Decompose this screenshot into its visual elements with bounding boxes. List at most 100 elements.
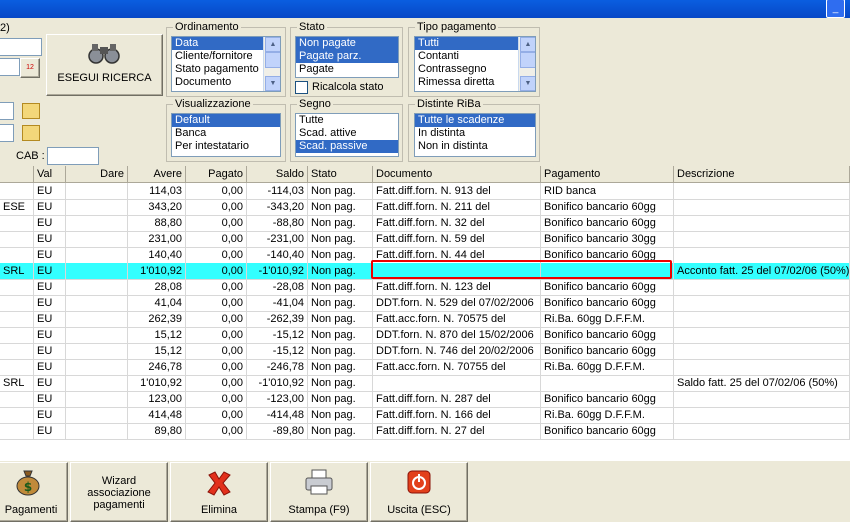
table-cell bbox=[674, 247, 850, 263]
list-item[interactable]: Pagate bbox=[296, 63, 398, 76]
scroll-up-icon[interactable]: ▲ bbox=[265, 37, 280, 52]
list-item[interactable]: Rimessa diretta bbox=[415, 76, 535, 89]
segno-list[interactable]: Tutte Scad. attive Scad. passive bbox=[295, 113, 399, 157]
cab-input[interactable] bbox=[47, 147, 99, 165]
field-a[interactable] bbox=[0, 102, 14, 120]
column-header[interactable]: Documento bbox=[373, 166, 541, 182]
list-item[interactable]: Tutte le scadenze bbox=[415, 114, 535, 127]
ordinamento-list[interactable]: Data Cliente/fornitore Stato pagamento D… bbox=[171, 36, 281, 92]
table-cell: 0,00 bbox=[186, 215, 247, 231]
elimina-button[interactable]: Elimina bbox=[170, 462, 268, 522]
table-row[interactable]: EU 246,78 0,00 -246,78 Non pag. Fatt.acc.forn… bbox=[0, 359, 850, 376]
table-cell bbox=[674, 279, 850, 295]
column-header[interactable]: Saldo bbox=[247, 166, 308, 182]
table-row[interactable]: EU 28,08 0,00 -28,08 Non pag. Fatt.diff.forn.… bbox=[0, 279, 850, 296]
column-header[interactable]: Stato bbox=[308, 166, 373, 182]
list-item[interactable]: Scad. attive bbox=[296, 127, 398, 140]
table-cell: EU bbox=[34, 183, 66, 199]
table-row[interactable]: EU 41,04 0,00 -41,04 Non pag. DDT.forn. N. 52… bbox=[0, 295, 850, 312]
table-row[interactable]: EU 262,39 0,00 -262,39 Non pag. Fatt.acc.forn… bbox=[0, 311, 850, 328]
pagamenti-button[interactable]: $ Pagamenti bbox=[0, 462, 68, 522]
date-field[interactable] bbox=[0, 58, 20, 76]
scroll-thumb[interactable] bbox=[520, 52, 535, 68]
table-row[interactable]: SRL EU 1'010,92 0,00 -1'010,92 Non pag. Saldo … bbox=[0, 375, 850, 392]
list-item[interactable]: Non pagate bbox=[296, 37, 398, 50]
table-cell: 0,00 bbox=[186, 311, 247, 327]
table-cell: -1'010,92 bbox=[247, 263, 308, 279]
column-header[interactable]: Val bbox=[34, 166, 66, 182]
table-cell: 262,39 bbox=[128, 311, 186, 327]
table-cell: DDT.forn. N. 529 del 07/02/2006 bbox=[373, 295, 541, 311]
table-row[interactable]: EU 15,12 0,00 -15,12 Non pag. DDT.forn. N. 74… bbox=[0, 343, 850, 360]
table-cell bbox=[66, 279, 128, 295]
table-cell bbox=[66, 295, 128, 311]
stato-list[interactable]: Non pagate Pagate parz. Pagate bbox=[295, 36, 399, 78]
table-cell: 1'010,92 bbox=[128, 263, 186, 279]
table-cell bbox=[674, 311, 850, 327]
table-cell bbox=[66, 327, 128, 343]
scroll-thumb[interactable] bbox=[265, 52, 280, 68]
list-item[interactable]: Contrassegno bbox=[415, 63, 535, 76]
list-item[interactable]: In distinta bbox=[415, 127, 535, 140]
table-cell: Bonifico bancario 60gg bbox=[541, 215, 674, 231]
table-cell bbox=[674, 215, 850, 231]
table-cell bbox=[66, 343, 128, 359]
stampa-button[interactable]: Stampa (F9) bbox=[270, 462, 368, 522]
visualizzazione-list[interactable]: Default Banca Per intestatario bbox=[171, 113, 281, 157]
table-cell bbox=[66, 183, 128, 199]
table-cell: -140,40 bbox=[247, 247, 308, 263]
table-cell: 41,04 bbox=[128, 295, 186, 311]
column-header[interactable]: Pagato bbox=[186, 166, 247, 182]
table-cell: 0,00 bbox=[186, 295, 247, 311]
column-header[interactable]: Descrizione bbox=[674, 166, 850, 182]
scrollbar[interactable]: ▲ ▼ bbox=[263, 37, 280, 91]
table-cell: Non pag. bbox=[308, 359, 373, 375]
distinte-riba-list[interactable]: Tutte le scadenze In distinta Non in dis… bbox=[414, 113, 536, 157]
list-item[interactable]: Pagate parz. bbox=[296, 50, 398, 63]
uscita-label: Uscita (ESC) bbox=[387, 504, 451, 516]
scroll-down-icon[interactable]: ▼ bbox=[520, 76, 535, 91]
table-cell: 1'010,92 bbox=[128, 375, 186, 391]
column-header[interactable]: Avere bbox=[128, 166, 186, 182]
table-row[interactable]: ESE EU 343,20 0,00 -343,20 Non pag. Fatt.diff.… bbox=[0, 199, 850, 216]
table-cell: EU bbox=[34, 375, 66, 391]
column-header[interactable] bbox=[0, 166, 34, 182]
scrollbar[interactable]: ▲ ▼ bbox=[518, 37, 535, 91]
table-row[interactable]: EU 123,00 0,00 -123,00 Non pag. Fatt.diff.for… bbox=[0, 391, 850, 408]
wizard-button[interactable]: Wizard associazione pagamenti bbox=[70, 462, 168, 522]
list-item[interactable]: Banca bbox=[172, 127, 280, 140]
esegui-ricerca-button[interactable]: ESEGUI RICERCA bbox=[46, 34, 163, 96]
table-row[interactable]: EU 414,48 0,00 -414,48 Non pag. Fatt.diff.for… bbox=[0, 407, 850, 424]
table-cell: Fatt.diff.forn. N. 166 del bbox=[373, 407, 541, 423]
list-item[interactable]: Tutte bbox=[296, 114, 398, 127]
list-item[interactable]: Contanti bbox=[415, 50, 535, 63]
calendar-icon[interactable]: 12 bbox=[20, 58, 40, 78]
list-item[interactable]: Non in distinta bbox=[415, 140, 535, 153]
column-header[interactable]: Dare bbox=[66, 166, 128, 182]
tipo-pagamento-list[interactable]: Tutti Contanti Contrassegno Rimessa dire… bbox=[414, 36, 536, 92]
scroll-up-icon[interactable]: ▲ bbox=[520, 37, 535, 52]
payments-grid[interactable]: Val Dare Avere Pagato Saldo Stato Documento Pag… bbox=[0, 166, 850, 461]
field-b[interactable] bbox=[0, 124, 14, 142]
table-row[interactable]: EU 114,03 0,00 -114,03 Non pag. Fatt.diff.for… bbox=[0, 183, 850, 200]
table-row[interactable]: EU 231,00 0,00 -231,00 Non pag. Fatt.diff.for… bbox=[0, 231, 850, 248]
binoculars-icon bbox=[88, 44, 120, 64]
table-row[interactable]: EU 88,80 0,00 -88,80 Non pag. Fatt.diff.forn.… bbox=[0, 215, 850, 232]
table-cell: -41,04 bbox=[247, 295, 308, 311]
ricalcola-stato-checkbox[interactable] bbox=[295, 81, 308, 94]
list-item[interactable]: Tutti bbox=[415, 37, 535, 50]
table-cell: Acconto fatt. 25 del 07/02/06 (50%) bbox=[674, 263, 850, 279]
table-row[interactable]: EU 89,80 0,00 -89,80 Non pag. Fatt.diff.forn.… bbox=[0, 423, 850, 440]
search-field-1[interactable] bbox=[0, 38, 42, 56]
bottom-toolbar: $ Pagamenti Wizard associazione pagament… bbox=[0, 461, 850, 522]
minimize-button[interactable]: _ bbox=[826, 0, 845, 18]
folder-icon[interactable] bbox=[22, 103, 40, 119]
column-header[interactable]: Pagamento bbox=[541, 166, 674, 182]
list-item[interactable]: Default bbox=[172, 114, 280, 127]
scroll-down-icon[interactable]: ▼ bbox=[265, 76, 280, 91]
folder-icon[interactable] bbox=[22, 125, 40, 141]
list-item[interactable]: Scad. passive bbox=[296, 140, 398, 153]
list-item[interactable]: Per intestatario bbox=[172, 140, 280, 153]
uscita-button[interactable]: Uscita (ESC) bbox=[370, 462, 468, 522]
table-row[interactable]: EU 15,12 0,00 -15,12 Non pag. DDT.forn. N. 87… bbox=[0, 327, 850, 344]
